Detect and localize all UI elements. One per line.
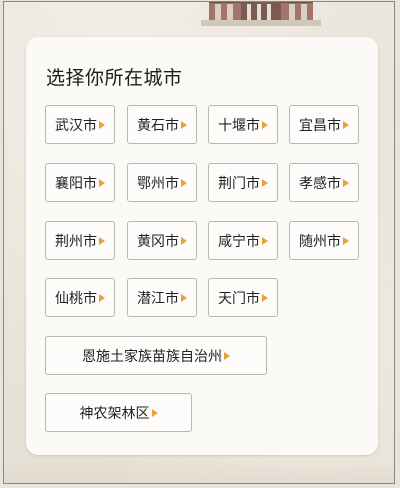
city-button-xiangyang[interactable]: 襄阳市 bbox=[45, 163, 115, 202]
caret-right-icon bbox=[181, 178, 187, 187]
city-button-shennongjia[interactable]: 神农架林区 bbox=[45, 393, 192, 432]
caret-right-icon bbox=[343, 236, 349, 245]
city-button-xiaogan[interactable]: 孝感市 bbox=[289, 163, 359, 202]
caret-right-icon bbox=[181, 120, 187, 129]
city-label: 孝感市 bbox=[299, 175, 341, 192]
city-selection-card: 选择你所在城市 武汉市 黄石市 十堰市 宜昌市 襄阳市 鄂州市 荆门市 孝感市 … bbox=[26, 37, 378, 455]
caret-right-icon bbox=[99, 120, 105, 129]
city-button-enshi[interactable]: 恩施土家族苗族自治州 bbox=[45, 336, 267, 375]
caret-right-icon bbox=[181, 293, 187, 302]
city-label: 襄阳市 bbox=[55, 175, 97, 192]
city-button-qianjiang[interactable]: 潜江市 bbox=[127, 278, 197, 317]
caret-right-icon bbox=[343, 120, 349, 129]
city-label: 潜江市 bbox=[137, 290, 179, 307]
city-label: 恩施土家族苗族自治州 bbox=[82, 348, 222, 365]
caret-right-icon bbox=[99, 236, 105, 245]
city-button-xiantao[interactable]: 仙桃市 bbox=[45, 278, 115, 317]
city-label: 武汉市 bbox=[55, 117, 97, 134]
caret-right-icon bbox=[262, 293, 268, 302]
page-title: 选择你所在城市 bbox=[46, 67, 183, 89]
city-button-ezhou[interactable]: 鄂州市 bbox=[127, 163, 197, 202]
city-label: 黄石市 bbox=[137, 117, 179, 134]
city-button-wuhan[interactable]: 武汉市 bbox=[45, 105, 115, 144]
city-label: 黄冈市 bbox=[137, 233, 179, 250]
city-button-yichang[interactable]: 宜昌市 bbox=[289, 105, 359, 144]
city-label: 仙桃市 bbox=[55, 290, 97, 307]
city-label: 咸宁市 bbox=[218, 233, 260, 250]
city-button-shiyan[interactable]: 十堰市 bbox=[208, 105, 278, 144]
caret-right-icon bbox=[262, 120, 268, 129]
city-button-suizhou[interactable]: 随州市 bbox=[289, 221, 359, 260]
city-label: 天门市 bbox=[218, 290, 260, 307]
caret-right-icon bbox=[224, 351, 230, 360]
city-button-tianmen[interactable]: 天门市 bbox=[208, 278, 278, 317]
caret-right-icon bbox=[262, 236, 268, 245]
caret-right-icon bbox=[262, 178, 268, 187]
caret-right-icon bbox=[99, 293, 105, 302]
app-frame: 选择你所在城市 武汉市 黄石市 十堰市 宜昌市 襄阳市 鄂州市 荆门市 孝感市 … bbox=[3, 1, 395, 484]
background-bottom-strip bbox=[4, 461, 394, 483]
city-button-huangshi[interactable]: 黄石市 bbox=[127, 105, 197, 144]
pavilion-illustration bbox=[201, 2, 321, 26]
city-label: 宜昌市 bbox=[299, 117, 341, 134]
caret-right-icon bbox=[181, 236, 187, 245]
city-button-jingzhou[interactable]: 荆州市 bbox=[45, 221, 115, 260]
caret-right-icon bbox=[343, 178, 349, 187]
city-button-jingmen[interactable]: 荆门市 bbox=[208, 163, 278, 202]
caret-right-icon bbox=[151, 408, 158, 417]
city-label: 荆州市 bbox=[55, 233, 97, 250]
caret-right-icon bbox=[99, 178, 105, 187]
city-button-xianning[interactable]: 咸宁市 bbox=[208, 221, 278, 260]
city-label: 鄂州市 bbox=[137, 175, 179, 192]
city-label: 神农架林区 bbox=[79, 405, 150, 422]
city-label: 随州市 bbox=[299, 233, 341, 250]
city-button-huanggang[interactable]: 黄冈市 bbox=[127, 221, 197, 260]
city-label: 十堰市 bbox=[218, 117, 260, 134]
city-label: 荆门市 bbox=[218, 175, 260, 192]
